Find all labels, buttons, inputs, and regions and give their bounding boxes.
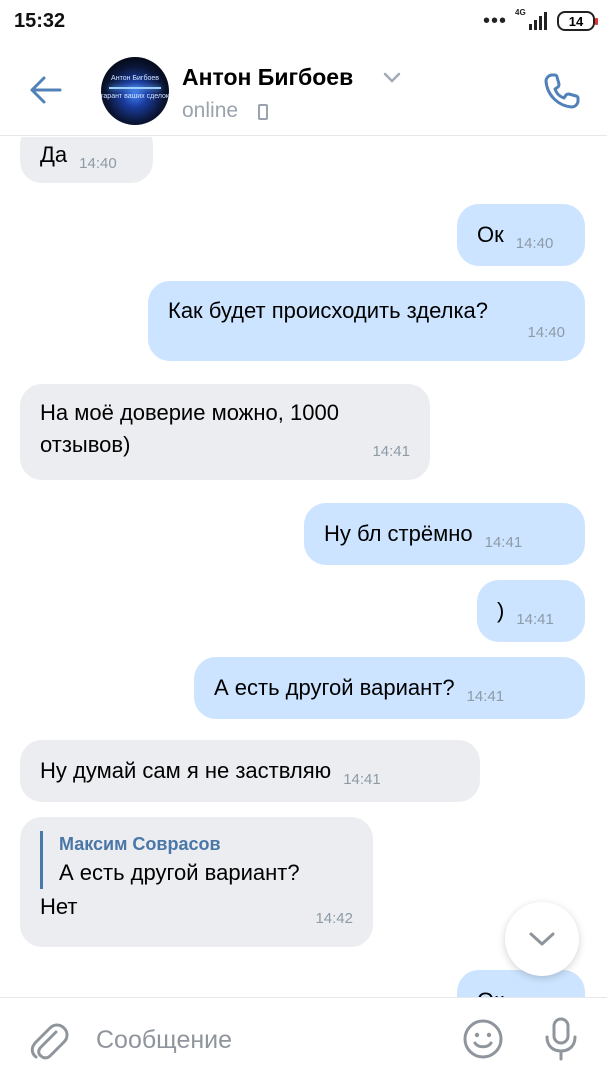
message-outgoing[interactable]: А есть другой вариант? 14:41 xyxy=(194,657,585,719)
scroll-down-button[interactable] xyxy=(505,902,579,976)
message-outgoing[interactable]: ) 14:41 xyxy=(477,580,585,642)
smile-icon xyxy=(463,1019,503,1059)
status-bar: 15:32 ••• 4G 14 xyxy=(0,0,607,44)
status-time: 15:32 xyxy=(14,10,66,32)
message-time: 14:41 xyxy=(372,443,410,460)
message-incoming[interactable]: Ну думай сам я не заствляю 14:41 xyxy=(20,740,480,802)
call-button[interactable] xyxy=(539,68,585,114)
paperclip-icon xyxy=(30,1023,69,1060)
network-type: 4G xyxy=(515,8,526,17)
status-icons: ••• 4G 14 xyxy=(482,8,598,32)
signal-icon: 4G xyxy=(515,8,549,32)
phone-icon xyxy=(544,73,580,109)
message-outgoing[interactable]: Как будет происходить зделка? 14:40 xyxy=(148,281,585,361)
battery-icon: 14 xyxy=(557,11,598,31)
more-dots-icon: ••• xyxy=(482,10,507,32)
message-incoming[interactable]: На моё доверие можно, 1000 отзывов) 14:4… xyxy=(20,384,430,480)
message-outgoing[interactable]: Ну бл стрёмно 14:41 xyxy=(304,503,585,565)
microphone-icon xyxy=(545,1017,577,1061)
mobile-device-icon xyxy=(258,104,268,120)
message-time: 14:41 xyxy=(343,771,381,788)
back-button[interactable] xyxy=(24,70,68,110)
message-time: 14:41 xyxy=(466,688,505,705)
message-time: 14:42 xyxy=(315,910,353,927)
message-outgoing[interactable]: Ок xyxy=(457,970,585,997)
message-time: 14:40 xyxy=(527,324,565,341)
battery-level: 14 xyxy=(568,13,584,29)
emoji-button[interactable] xyxy=(462,1018,504,1060)
message-composer xyxy=(0,997,607,1080)
message-input[interactable] xyxy=(96,1020,426,1060)
message-list[interactable]: Да 14:40 Ок 14:40 Как будет происходить зд… xyxy=(0,137,607,997)
reply-author: Максим Соврасов xyxy=(59,834,221,854)
message-incoming[interactable]: Да 14:40 xyxy=(20,137,153,183)
chevron-down-icon xyxy=(529,932,555,946)
message-time: 14:41 xyxy=(484,534,523,551)
attach-button[interactable] xyxy=(26,1018,70,1062)
reply-quote[interactable]: Максим Соврасов А есть другой вариант? xyxy=(40,831,353,889)
arrow-left-icon xyxy=(30,76,62,104)
chevron-down-icon[interactable] xyxy=(383,72,401,84)
message-time: 14:40 xyxy=(515,235,554,252)
message-outgoing[interactable]: Ок 14:40 xyxy=(457,204,585,266)
chat-header: Антон Бигбоев гарант ваших сделок Антон … xyxy=(0,44,607,136)
message-time: 14:41 xyxy=(516,611,554,628)
voice-message-button[interactable] xyxy=(541,1016,581,1062)
avatar[interactable]: Антон Бигбоев гарант ваших сделок xyxy=(101,57,169,125)
message-time: 14:40 xyxy=(79,155,117,172)
message-incoming-reply[interactable]: Максим Соврасов А есть другой вариант? Н… xyxy=(20,817,373,947)
contact-name[interactable]: Антон Бигбоев xyxy=(182,64,353,91)
reply-text: А есть другой вариант? xyxy=(59,860,300,885)
contact-status: online xyxy=(182,99,239,122)
